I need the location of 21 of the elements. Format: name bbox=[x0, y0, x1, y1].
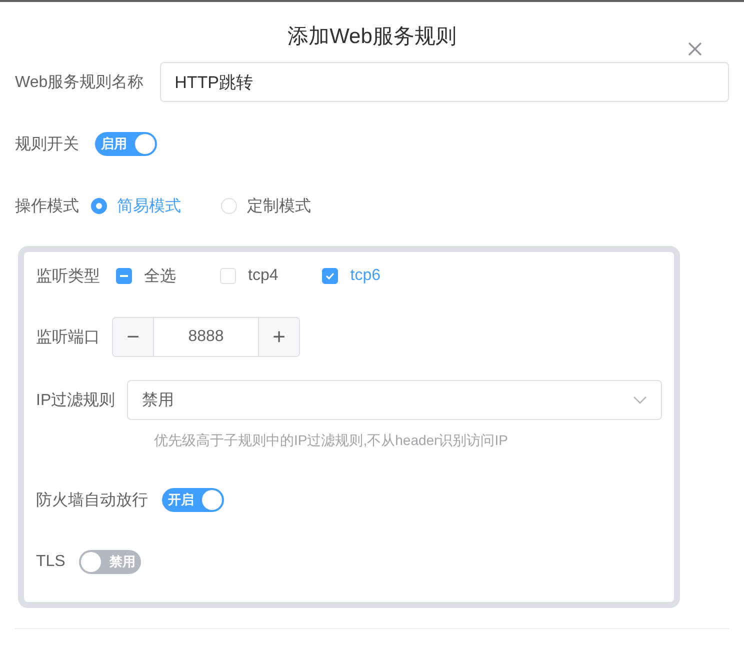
field-label: 监听端口 bbox=[36, 328, 100, 348]
close-icon[interactable] bbox=[686, 40, 704, 58]
number-input[interactable]: − 8888 + bbox=[112, 317, 300, 357]
checkbox-option[interactable]: tcp4 bbox=[220, 267, 278, 285]
field-label: 防火墙自动放行 bbox=[36, 490, 148, 510]
field-label: 规则开关 bbox=[15, 134, 79, 154]
field-label: IP过滤规则 bbox=[36, 390, 116, 410]
field-label: Web服务规则名称 bbox=[15, 72, 144, 92]
checkbox-option[interactable]: 全选 bbox=[116, 266, 176, 286]
plus-button[interactable]: + bbox=[259, 318, 299, 356]
dialog-title: 添加Web服务规则 bbox=[288, 24, 456, 50]
input-field[interactable]: HTTP跳转 bbox=[160, 62, 729, 102]
minus-button[interactable]: − bbox=[113, 318, 153, 356]
field-label: TLS bbox=[36, 553, 66, 571]
hint-text: 优先级高于子规则中的IP过滤规则,不从header识别访问IP bbox=[154, 432, 509, 450]
field-label: 操作模式 bbox=[15, 196, 79, 216]
checkmark-icon bbox=[325, 271, 336, 281]
radio-option[interactable]: 定制模式 bbox=[221, 196, 311, 216]
field-label: 监听类型 bbox=[36, 266, 100, 286]
chevron-down-icon bbox=[633, 396, 647, 404]
select-field[interactable]: 禁用 bbox=[127, 380, 662, 420]
